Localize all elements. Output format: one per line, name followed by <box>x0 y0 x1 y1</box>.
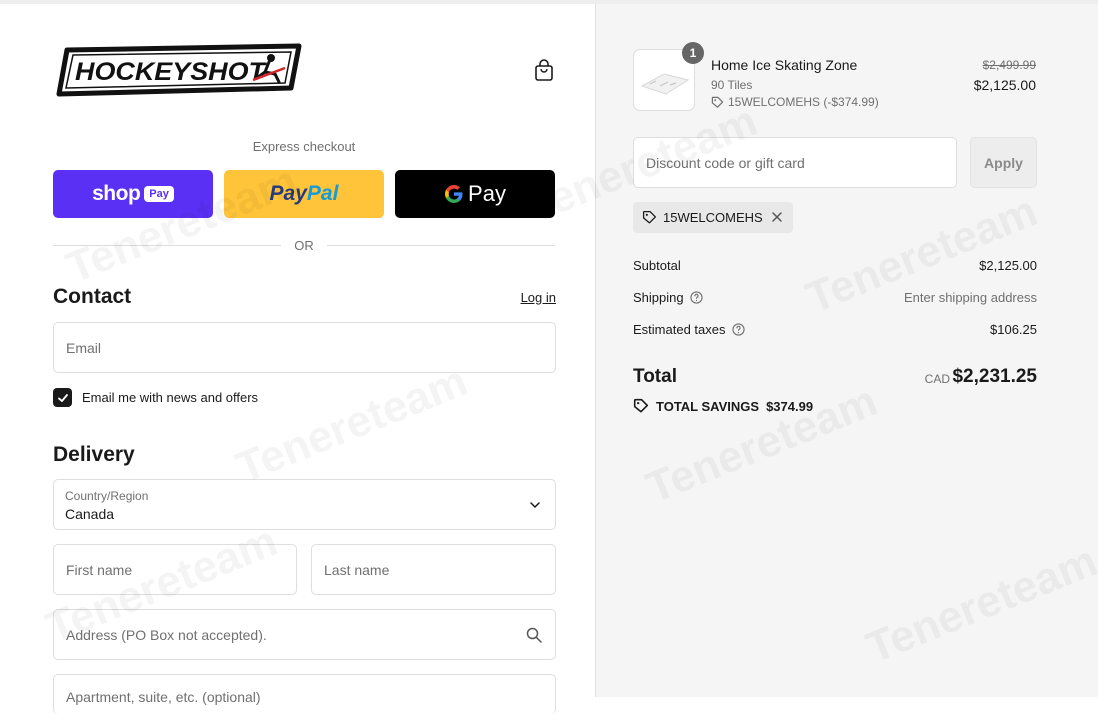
subtotal-label: Subtotal <box>633 258 681 273</box>
first-name-field[interactable]: First name <box>53 544 297 595</box>
remove-code-icon[interactable] <box>771 211 783 223</box>
google-g-icon <box>445 185 463 203</box>
country-label: Country/Region <box>65 489 149 503</box>
taxes-value: $106.25 <box>990 322 1037 337</box>
subtotal-value: $2,125.00 <box>979 258 1037 273</box>
chevron-down-icon <box>530 502 540 509</box>
applied-code-text: 15WELCOMEHS <box>663 210 763 225</box>
savings-value: $374.99 <box>766 398 814 414</box>
discount-placeholder: Discount code or gift card <box>646 155 805 171</box>
product-price: $2,125.00 <box>973 77 1036 93</box>
contact-heading: Contact <box>53 285 132 308</box>
address-field[interactable]: Address (PO Box not accepted). <box>53 609 556 660</box>
email-placeholder: Email <box>66 339 102 356</box>
search-icon <box>526 627 542 643</box>
news-checkbox[interactable] <box>53 388 72 407</box>
total-label: Total <box>633 366 677 387</box>
logo-text: HOCKEYSHOT <box>75 58 268 86</box>
product-discount-text: 15WELCOMEHS (-$374.99) <box>728 95 879 109</box>
tag-icon <box>633 398 649 413</box>
last-name-placeholder: Last name <box>324 561 390 578</box>
google-pay-label: Pay <box>468 181 506 206</box>
express-checkout-label: Express checkout <box>252 139 356 154</box>
paypal-button[interactable]: PayPal <box>224 170 384 218</box>
product-variant: 90 Tiles <box>711 78 753 92</box>
first-name-placeholder: First name <box>66 561 133 578</box>
help-icon[interactable] <box>689 291 703 304</box>
paypal-label-part1: Pay <box>269 182 307 205</box>
product-name: Home Ice Skating Zone <box>711 57 858 73</box>
total-savings: TOTAL SAVINGS $374.99 <box>633 398 813 414</box>
shipping-value: Enter shipping address <box>904 290 1037 305</box>
last-name-field[interactable]: Last name <box>311 544 556 595</box>
applied-discount-chip: 15WELCOMEHS <box>633 202 793 233</box>
shopping-bag-icon[interactable] <box>534 59 554 81</box>
help-icon[interactable] <box>731 323 745 336</box>
quantity-badge: 1 <box>682 42 704 64</box>
taxes-label: Estimated taxes <box>633 322 726 337</box>
news-checkbox-label: Email me with news and offers <box>82 390 259 405</box>
shop-pay-label: shop <box>92 182 141 205</box>
currency-code: CAD <box>924 372 950 386</box>
product-discount: 15WELCOMEHS (-$374.99) <box>711 95 879 109</box>
shop-pay-badge: Pay <box>144 186 174 202</box>
total-value: $2,231.25 <box>952 366 1037 387</box>
country-select[interactable]: Country/Region Canada <box>53 479 556 530</box>
checkmark-icon <box>57 393 68 402</box>
tag-icon <box>711 96 724 108</box>
google-pay-button[interactable]: Pay <box>395 170 555 218</box>
product-original-price: $2,499.99 <box>982 58 1036 72</box>
apartment-placeholder: Apartment, suite, etc. (optional) <box>66 689 261 705</box>
discount-code-input[interactable]: Discount code or gift card <box>633 137 957 188</box>
delivery-heading: Delivery <box>53 443 135 466</box>
or-divider: OR <box>53 238 555 254</box>
apartment-field[interactable]: Apartment, suite, etc. (optional) <box>53 674 556 714</box>
shipping-label: Shipping <box>633 290 684 305</box>
tag-icon <box>642 210 657 224</box>
apply-button[interactable]: Apply <box>970 137 1037 188</box>
address-placeholder: Address (PO Box not accepted). <box>66 626 267 643</box>
country-value: Canada <box>65 506 115 522</box>
email-field[interactable]: Email <box>53 322 556 373</box>
savings-label: TOTAL SAVINGS <box>656 398 760 414</box>
paypal-label-part2: Pal <box>306 182 339 205</box>
hockeyshot-logo[interactable]: HOCKEYSHOT <box>53 42 303 97</box>
login-link[interactable]: Log in <box>500 290 556 305</box>
shop-pay-button[interactable]: shop Pay <box>53 170 213 218</box>
